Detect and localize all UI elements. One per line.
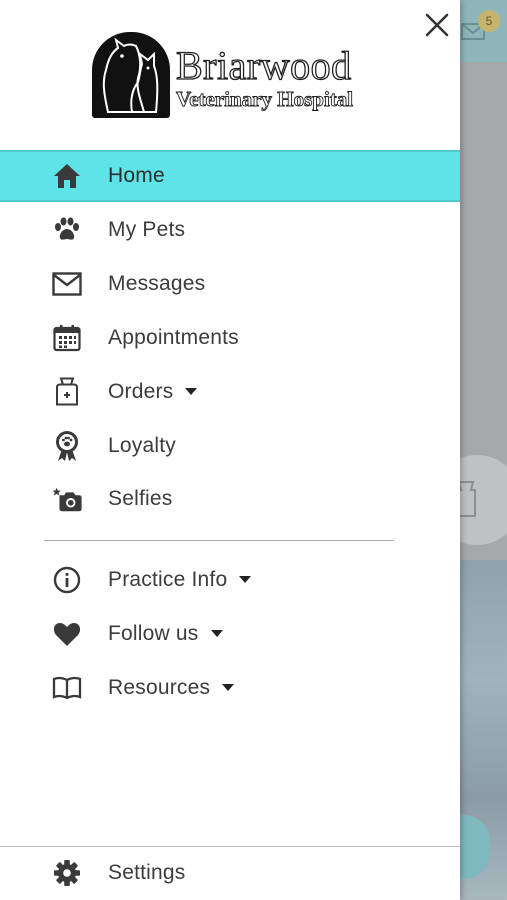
menu-label-selfies: Selfies: [108, 487, 173, 510]
menu-item-orders[interactable]: Orders: [0, 366, 460, 418]
close-icon: [425, 13, 449, 37]
menu-item-follow-us[interactable]: Follow us: [0, 608, 460, 660]
menu-label-home: Home: [108, 164, 165, 187]
chevron-down-icon: [185, 387, 198, 395]
gear-icon: [51, 857, 83, 889]
menu-label-my-pets: My Pets: [108, 218, 186, 241]
heart-icon: [51, 618, 83, 650]
ribbon-award-icon: [51, 430, 83, 462]
info-icon: [51, 564, 83, 596]
menu-item-appointments[interactable]: Appointments: [0, 312, 460, 364]
menu-label-settings: Settings: [108, 861, 186, 884]
paw-icon: [51, 214, 83, 246]
calendar-icon: [51, 322, 83, 354]
camera-icon: [51, 483, 83, 515]
menu-label-resources: Resources: [108, 676, 235, 700]
menu-item-loyalty[interactable]: Loyalty: [0, 420, 460, 472]
navigation-drawer: Briarwood Veterinary Hospital Home My Pe…: [0, 0, 460, 900]
home-icon: [51, 160, 83, 192]
menu-item-practice-info[interactable]: Practice Info: [0, 554, 460, 606]
chevron-down-icon: [239, 575, 252, 583]
hospital-logo: Briarwood Veterinary Hospital: [92, 32, 370, 118]
chevron-down-icon: [222, 683, 235, 691]
pet-food-bag-icon: [51, 376, 83, 408]
menu-item-resources[interactable]: Resources: [0, 662, 460, 714]
menu-label-follow-us: Follow us: [108, 622, 223, 646]
menu-item-home[interactable]: Home: [0, 150, 460, 202]
logo-pets-emblem: [92, 32, 170, 118]
close-drawer-button[interactable]: [420, 8, 454, 42]
menu-item-messages[interactable]: Messages: [0, 258, 460, 310]
menu-divider: [44, 540, 394, 541]
chevron-down-icon: [210, 629, 223, 637]
book-icon: [51, 672, 83, 704]
menu-label-practice-info: Practice Info: [108, 568, 252, 592]
mail-icon: [51, 268, 83, 300]
menu-label-appointments: Appointments: [108, 326, 239, 349]
menu-label-loyalty: Loyalty: [108, 434, 176, 457]
logo-subtitle: Veterinary Hospital: [176, 87, 354, 111]
menu-label-messages: Messages: [108, 272, 206, 295]
menu-item-settings[interactable]: Settings: [0, 847, 460, 899]
logo-name: Briarwood: [175, 43, 352, 88]
menu-label-orders: Orders: [108, 380, 198, 404]
menu-item-selfies[interactable]: Selfies: [0, 473, 460, 525]
notification-badge: 5: [478, 10, 500, 32]
menu-item-my-pets[interactable]: My Pets: [0, 204, 460, 256]
